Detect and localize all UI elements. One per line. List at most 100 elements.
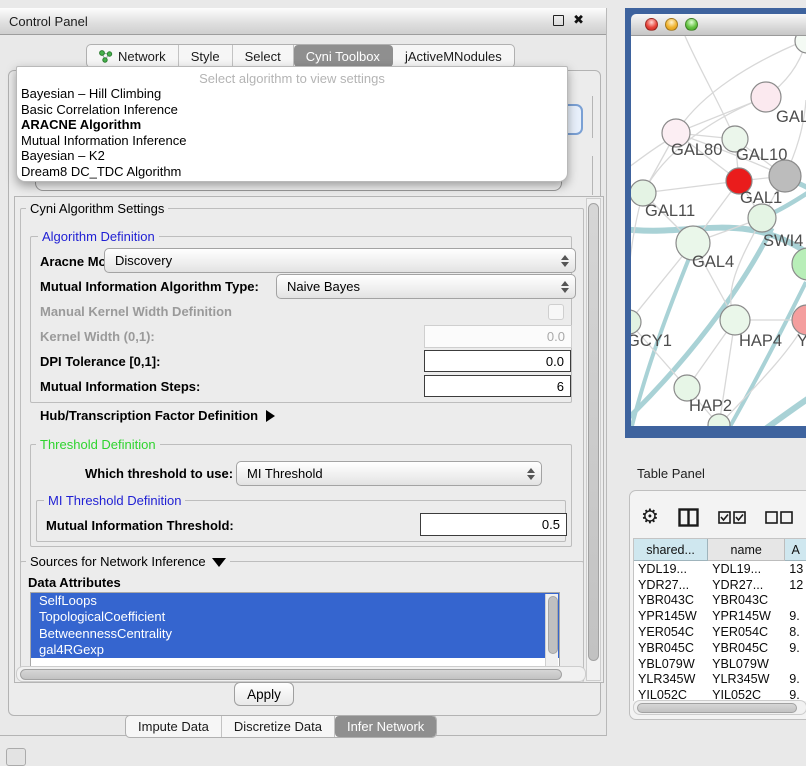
- algorithm-option[interactable]: Dream8 DC_TDC Algorithm: [17, 164, 567, 180]
- algorithm-option[interactable]: Basic Correlation Inference: [17, 102, 567, 118]
- table-cell: YDL19...: [634, 562, 708, 576]
- aracne-mode-value: Discovery: [115, 253, 172, 268]
- mi-algorithm-type-value: Naive Bayes: [287, 279, 360, 294]
- table-row[interactable]: YBR043CYBR043C: [634, 593, 806, 609]
- select-all-checkboxes-icon[interactable]: [718, 511, 746, 524]
- network-node[interactable]: [769, 160, 801, 192]
- data-attributes-list[interactable]: SelfLoopsTopologicalCoefficientBetweenne…: [30, 592, 560, 668]
- tab-select[interactable]: Select: [233, 45, 294, 67]
- bottom-tab-infer-network[interactable]: Infer Network: [335, 716, 436, 737]
- table-row[interactable]: YIL052CYIL052C9.: [634, 687, 806, 701]
- tab-style[interactable]: Style: [179, 45, 233, 67]
- apply-button[interactable]: Apply: [234, 682, 294, 706]
- tab-cyni-toolbox[interactable]: Cyni Toolbox: [294, 45, 393, 67]
- table-row[interactable]: YLR345WYLR345W9.: [634, 672, 806, 688]
- kernel-width-field[interactable]: 0.0: [424, 325, 572, 348]
- table-row[interactable]: YDR27...YDR27...12: [634, 577, 806, 593]
- attributes-scrollbar-thumb[interactable]: [548, 596, 558, 654]
- manual-kernel-width-checkbox[interactable]: [548, 304, 564, 320]
- table-cell: 9.: [785, 672, 806, 686]
- network-node-gcy1[interactable]: [631, 310, 641, 334]
- close-traffic-light[interactable]: [645, 18, 658, 31]
- network-window-titlebar[interactable]: [631, 14, 806, 36]
- mi-threshold-label: Mutual Information Threshold:: [46, 518, 234, 533]
- tab-jactivemnodules[interactable]: jActiveMNodules: [393, 45, 514, 67]
- network-canvas[interactable]: GAL7GAL80GAL10GAL1GAL11SWI4GAL4GCY1HAP4Y…: [631, 36, 806, 426]
- bottom-tab-label: Impute Data: [138, 719, 209, 734]
- collapsed-panel-handle[interactable]: [6, 748, 26, 766]
- sources-group-title[interactable]: Sources for Network Inference: [26, 554, 230, 569]
- algorithm-option[interactable]: ARACNE Algorithm: [17, 117, 567, 133]
- node-table[interactable]: shared...nameA YDL19...YDL19...13YDR27..…: [633, 538, 806, 701]
- network-edge[interactable]: [643, 181, 739, 193]
- attributes-scrollbar[interactable]: [545, 594, 558, 666]
- bottom-tab-bar: Impute Data Discretize Data Infer Network: [125, 715, 437, 738]
- attribute-item-selected[interactable]: gal4RGexp: [31, 642, 559, 658]
- network-node[interactable]: [795, 36, 806, 53]
- tab-label: Cyni Toolbox: [306, 49, 380, 64]
- network-node-hap4[interactable]: [720, 305, 750, 335]
- dpi-tolerance-label: DPI Tolerance [0,1]:: [40, 354, 160, 369]
- mi-threshold-field[interactable]: 0.5: [420, 513, 567, 536]
- dpi-tolerance-field[interactable]: 0.0: [424, 350, 571, 372]
- attribute-item-selected[interactable]: TopologicalCoefficient: [31, 609, 559, 625]
- mi-steps-field[interactable]: 6: [424, 375, 571, 397]
- algorithm-option[interactable]: Bayesian – K2: [17, 148, 567, 164]
- stepper-arrows-icon: [527, 462, 535, 485]
- window-title: Control Panel: [0, 14, 88, 29]
- network-edge[interactable]: [728, 282, 806, 426]
- table-row[interactable]: YDL19...YDL19...13: [634, 561, 806, 577]
- table-cell: YLR345W: [708, 672, 785, 686]
- gear-icon[interactable]: ⚙: [641, 507, 659, 527]
- bottom-tab-discretize-data[interactable]: Discretize Data: [222, 716, 335, 737]
- network-edge[interactable]: [631, 193, 643, 322]
- close-icon[interactable]: ✖: [573, 14, 584, 26]
- algorithm-dropdown-popup: Select algorithm to view settings Bayesi…: [16, 66, 568, 182]
- network-node-swi4[interactable]: [748, 204, 776, 232]
- table-horizontal-scrollbar-thumb[interactable]: [637, 703, 797, 713]
- column-header-shared-[interactable]: shared...: [634, 539, 708, 561]
- table-row[interactable]: YPR145WYPR145W9.: [634, 608, 806, 624]
- column-header-name[interactable]: name: [708, 539, 785, 561]
- column-header-a[interactable]: A: [785, 539, 806, 561]
- node-label: GAL80: [671, 141, 722, 159]
- attribute-item-selected[interactable]: BetweennessCentrality: [31, 626, 559, 642]
- settings-vertical-scrollbar[interactable]: [586, 198, 601, 681]
- minimize-traffic-light[interactable]: [665, 18, 678, 31]
- manual-kernel-width-label: Manual Kernel Width Definition: [40, 304, 232, 319]
- algorithm-option[interactable]: Bayesian – Hill Climbing: [17, 86, 567, 102]
- tab-label: jActiveMNodules: [405, 49, 502, 64]
- attribute-item-selected[interactable]: SelfLoops: [31, 593, 559, 609]
- settings-horizontal-scrollbar[interactable]: [16, 666, 586, 682]
- cyni-algorithm-settings-title: Cyni Algorithm Settings: [26, 201, 168, 216]
- network-node[interactable]: [792, 248, 806, 280]
- stepper-arrows-icon: [561, 275, 569, 298]
- bottom-tab-impute-data[interactable]: Impute Data: [126, 716, 222, 737]
- mi-algorithm-type-combo[interactable]: Naive Bayes: [276, 274, 576, 299]
- table-cell: YER054C: [708, 625, 785, 639]
- bottom-tab-label: Infer Network: [347, 719, 424, 734]
- table-row[interactable]: YBL079WYBL079W: [634, 656, 806, 672]
- float-window-icon[interactable]: [553, 15, 564, 26]
- table-cell: YDL19...: [708, 562, 785, 576]
- which-threshold-combo[interactable]: MI Threshold: [236, 461, 542, 486]
- network-edge[interactable]: [685, 36, 735, 139]
- hub-factor-expander[interactable]: Hub/Transcription Factor Definition: [40, 408, 275, 423]
- settings-horizontal-scrollbar-thumb[interactable]: [20, 669, 562, 680]
- table-header-row: shared...nameA: [634, 539, 806, 561]
- table-row[interactable]: YBR045CYBR045C9.: [634, 640, 806, 656]
- settings-vertical-scrollbar-thumb[interactable]: [588, 203, 599, 661]
- tab-network[interactable]: Network: [87, 45, 179, 67]
- node-label: SWI4: [763, 232, 803, 250]
- table-row[interactable]: YER054CYER054C8.: [634, 624, 806, 640]
- table-panel-title: Table Panel: [637, 466, 705, 481]
- split-columns-icon[interactable]: [678, 508, 699, 527]
- network-edge[interactable]: [764, 396, 806, 426]
- deselect-all-checkboxes-icon[interactable]: [765, 511, 793, 524]
- zoom-traffic-light[interactable]: [685, 18, 698, 31]
- table-cell: YBL079W: [634, 657, 708, 671]
- threshold-definition-title: Threshold Definition: [36, 437, 160, 452]
- algorithm-option[interactable]: Mutual Information Inference: [17, 133, 567, 149]
- table-horizontal-scrollbar[interactable]: [633, 700, 806, 715]
- aracne-mode-combo[interactable]: Discovery: [104, 248, 576, 273]
